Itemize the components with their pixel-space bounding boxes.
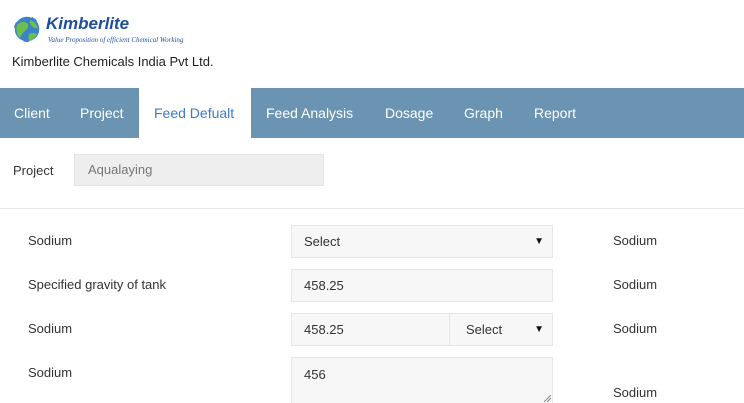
- logo-tagline: Value Proposition of efficient Chemical …: [48, 36, 184, 44]
- nav-tab-client[interactable]: Client: [14, 88, 50, 138]
- nav-tab-graph[interactable]: Graph: [464, 88, 503, 138]
- sodium-value-input[interactable]: 458.25: [291, 313, 450, 346]
- sodium-unit-select-value: Select: [466, 322, 503, 337]
- unit-label: Sodium: [613, 277, 658, 292]
- resize-handle-icon[interactable]: [544, 395, 551, 402]
- project-input[interactable]: Aqualaying: [74, 154, 324, 186]
- nav-tab-feed-analysis[interactable]: Feed Analysis: [266, 88, 353, 138]
- sodium-textarea[interactable]: 456: [291, 357, 553, 403]
- chevron-down-icon: ▼: [534, 236, 544, 247]
- nav-tab-feed-defualt[interactable]: Feed Defualt: [139, 88, 251, 138]
- unit-label: Sodium: [613, 321, 658, 336]
- unit-label: Sodium: [613, 233, 658, 248]
- chevron-down-icon: ▼: [534, 324, 544, 335]
- logo-name: Kimberlite: [46, 14, 130, 33]
- nav-tab-dosage[interactable]: Dosage: [385, 88, 433, 138]
- company-name: Kimberlite Chemicals India Pvt Ltd.: [12, 54, 214, 69]
- main-nav: Client Project Feed Defualt Feed Analysi…: [0, 88, 744, 138]
- field-label-sodium: Sodium: [28, 321, 73, 336]
- header: Kimberlite Value Proposition of efficien…: [0, 0, 744, 88]
- nav-tab-report[interactable]: Report: [534, 88, 576, 138]
- sodium-select-value: Select: [304, 234, 341, 249]
- nav-tab-project[interactable]: Project: [80, 88, 124, 138]
- sodium-unit-select[interactable]: Select ▼: [449, 313, 553, 346]
- project-label: Project: [13, 163, 54, 178]
- globe-logo-icon: [13, 15, 41, 43]
- field-label-sodium: Sodium: [28, 365, 73, 380]
- project-row: Project Aqualaying: [0, 138, 744, 208]
- sodium-textarea-value: 456: [304, 367, 326, 382]
- section-divider: [0, 208, 744, 209]
- specified-gravity-input[interactable]: 458.25: [291, 269, 553, 302]
- unit-label: Sodium: [613, 385, 658, 400]
- sodium-select[interactable]: Select ▼: [291, 225, 553, 258]
- field-label-sodium: Sodium: [28, 233, 73, 248]
- field-label-specified-gravity: Specified gravity of tank: [28, 277, 167, 292]
